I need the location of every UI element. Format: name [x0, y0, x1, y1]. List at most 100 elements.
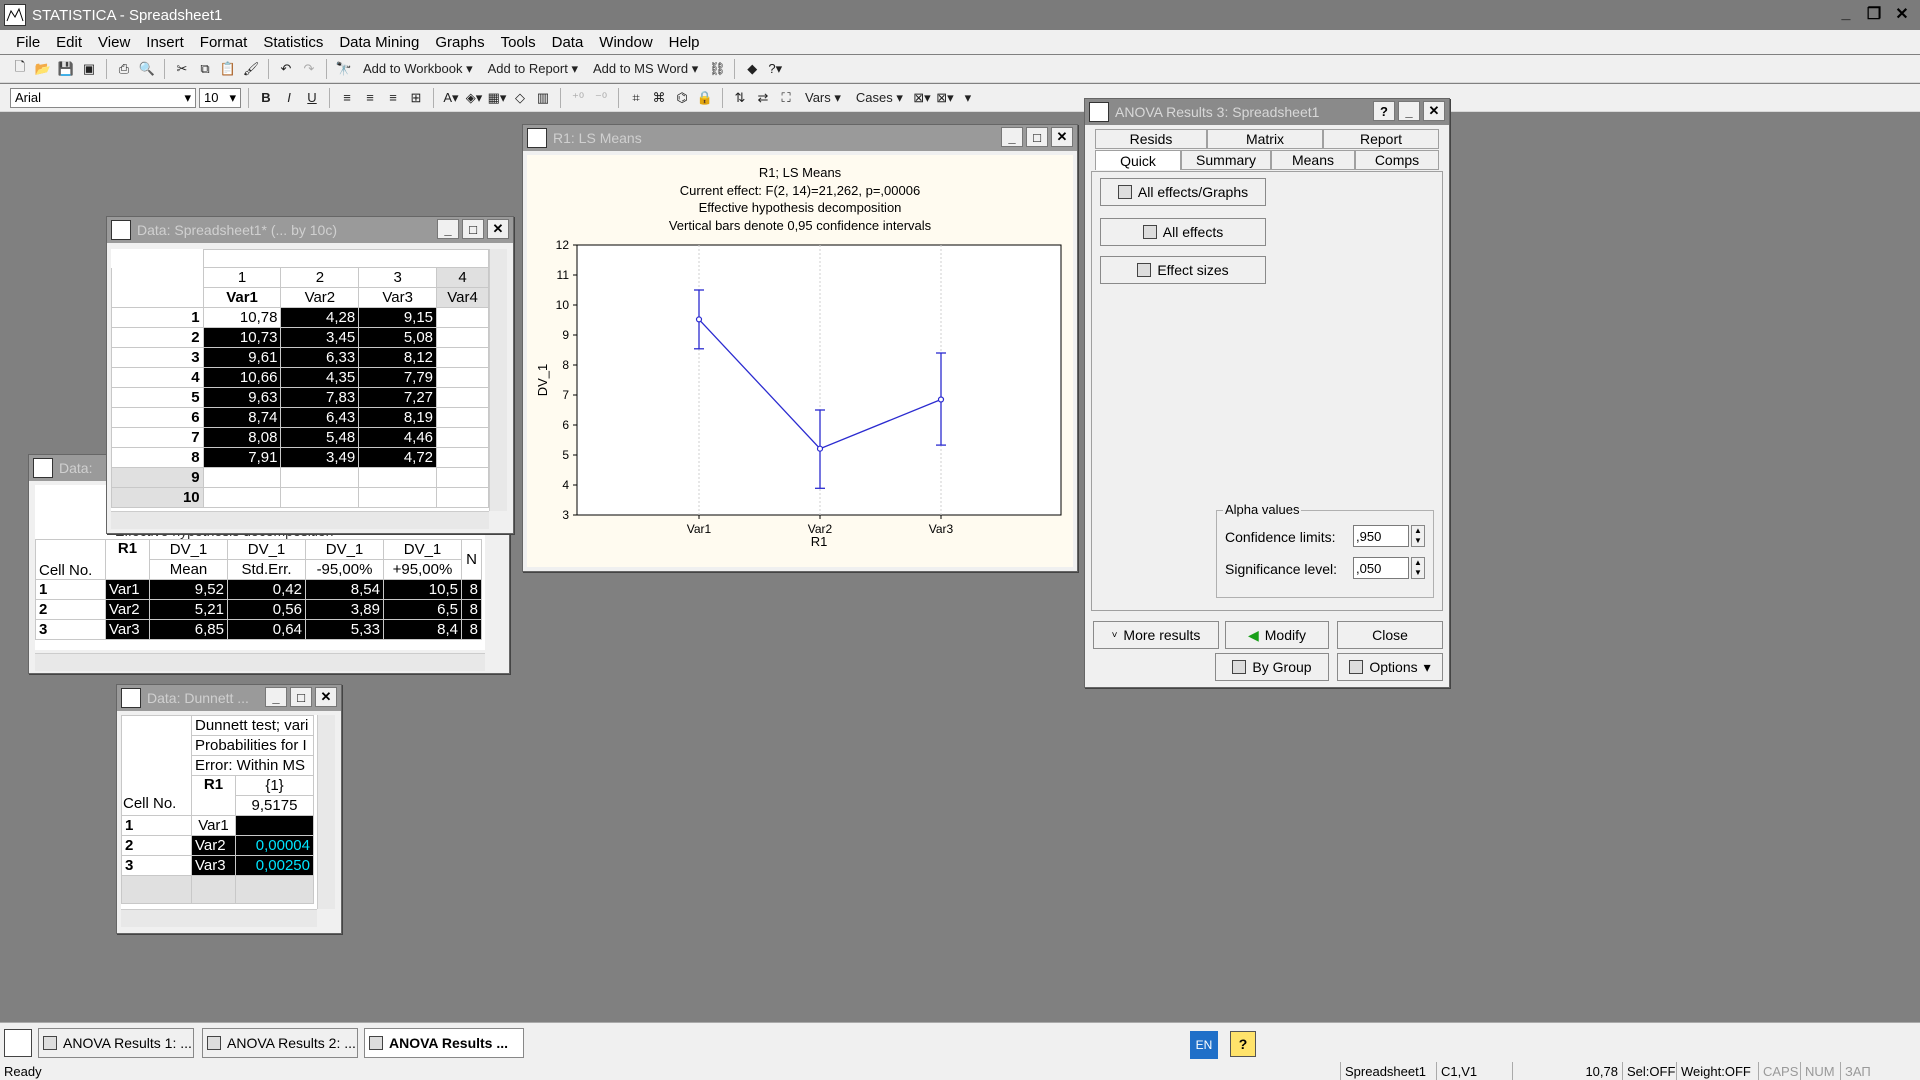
- menu-data-mining[interactable]: Data Mining: [339, 34, 419, 51]
- modify-button[interactable]: ◀ Modify: [1225, 621, 1329, 649]
- task-anova-results-1[interactable]: ANOVA Results 1: ...: [38, 1028, 194, 1058]
- minimize-button[interactable]: _: [1001, 127, 1023, 147]
- menu-statistics[interactable]: Statistics: [263, 34, 323, 51]
- means-hscrollbar[interactable]: [35, 653, 485, 671]
- table-row[interactable]: 9: [111, 467, 489, 488]
- dunnett-hscrollbar[interactable]: [121, 909, 317, 927]
- bold-button[interactable]: B: [256, 88, 276, 108]
- undo-icon[interactable]: ↶: [276, 59, 296, 79]
- align-center-icon[interactable]: ≡: [360, 88, 380, 108]
- language-indicator[interactable]: EN: [1190, 1031, 1218, 1059]
- help-icon[interactable]: ?: [1230, 1031, 1256, 1057]
- italic-button[interactable]: I: [279, 88, 299, 108]
- all-effects-button[interactable]: All effects: [1100, 218, 1266, 246]
- table-row[interactable]: 10: [111, 487, 489, 508]
- task-anova-results-3[interactable]: ANOVA Results ...: [364, 1028, 524, 1058]
- tab-means[interactable]: Means: [1271, 150, 1355, 170]
- filter-icon[interactable]: ⊠▾: [912, 88, 932, 108]
- paste-icon[interactable]: 📋: [218, 59, 238, 79]
- add-to-msword-button[interactable]: Add to MS Word ▾: [587, 59, 704, 79]
- vars-button[interactable]: Vars ▾: [799, 88, 847, 108]
- select-icon[interactable]: ⛶: [776, 88, 796, 108]
- menu-graphs[interactable]: Graphs: [435, 34, 484, 51]
- col-name-header[interactable]: Var3: [358, 287, 438, 308]
- weight-icon[interactable]: ⊠▾: [935, 88, 955, 108]
- table-row[interactable]: 2 Var2 5,21 0,56 3,89 6,5 8: [35, 599, 482, 620]
- copy-icon[interactable]: ⧉: [195, 59, 215, 79]
- tab-report[interactable]: Report: [1323, 129, 1439, 149]
- app-close-button[interactable]: ✕: [1890, 3, 1914, 25]
- tab-comps[interactable]: Comps: [1355, 150, 1439, 170]
- menu-format[interactable]: Format: [200, 34, 248, 51]
- col-num-header[interactable]: 4: [436, 267, 489, 288]
- maximize-button[interactable]: □: [462, 219, 484, 239]
- tab-matrix[interactable]: Matrix: [1207, 129, 1323, 149]
- table-row[interactable]: 6 8,74 6,43 8,19: [111, 407, 489, 428]
- find-icon[interactable]: 🔭: [334, 59, 354, 79]
- tab-summary[interactable]: Summary: [1181, 150, 1271, 170]
- close-button[interactable]: ✕: [1051, 127, 1073, 147]
- chart-icon[interactable]: ⌗: [626, 88, 646, 108]
- pdf-icon[interactable]: ▣: [79, 59, 99, 79]
- align-left-icon[interactable]: ≡: [337, 88, 357, 108]
- print-icon[interactable]: ⎙: [114, 59, 134, 79]
- fill-color-icon[interactable]: ◈▾: [464, 88, 484, 108]
- underline-button[interactable]: U: [302, 88, 322, 108]
- minimize-button[interactable]: _: [265, 687, 287, 707]
- menu-window[interactable]: Window: [599, 34, 652, 51]
- app-minimize-button[interactable]: _: [1834, 3, 1858, 25]
- cases-button[interactable]: Cases ▾: [850, 88, 909, 108]
- table-row[interactable]: 4 10,66 4,35 7,79: [111, 367, 489, 388]
- chart3-icon[interactable]: ⌬: [672, 88, 692, 108]
- by-group-button[interactable]: By Group: [1215, 653, 1329, 681]
- table-row[interactable]: 8 7,91 3,49 4,72: [111, 447, 489, 468]
- task-anova-results-2[interactable]: ANOVA Results 2: ...: [202, 1028, 358, 1058]
- table-row[interactable]: 2 10,73 3,45 5,08: [111, 327, 489, 348]
- add-to-workbook-button[interactable]: Add to Workbook ▾: [357, 59, 479, 79]
- menu-data[interactable]: Data: [552, 34, 584, 51]
- effect-sizes-button[interactable]: Effect sizes: [1100, 256, 1266, 284]
- increase-decimal-icon[interactable]: ⁺⁰: [568, 88, 588, 108]
- overflow-icon[interactable]: ▾: [958, 88, 978, 108]
- lock-icon[interactable]: 🔒: [695, 88, 715, 108]
- anova-window-titlebar[interactable]: ANOVA Results 3: Spreadsheet1 ? _ ✕: [1085, 99, 1449, 125]
- col-name-header[interactable]: Var1: [202, 287, 282, 308]
- menu-file[interactable]: File: [16, 34, 40, 51]
- macro-icon[interactable]: ◆: [742, 59, 762, 79]
- clear-format-icon[interactable]: ◇: [510, 88, 530, 108]
- help-pointer-icon[interactable]: ?▾: [765, 59, 785, 79]
- data-vscrollbar[interactable]: [489, 249, 507, 511]
- table-row[interactable]: 3 9,61 6,33 8,12: [111, 347, 489, 368]
- data-hscrollbar[interactable]: [111, 511, 489, 529]
- maximize-button[interactable]: □: [290, 687, 312, 707]
- font-size-combo[interactable]: 10 ▾: [199, 87, 241, 108]
- chart2-icon[interactable]: ⌘: [649, 88, 669, 108]
- redo-icon[interactable]: ↷: [299, 59, 319, 79]
- menu-help[interactable]: Help: [669, 34, 700, 51]
- dunnett-window-titlebar[interactable]: Data: Dunnett ... _ □ ✕: [117, 685, 341, 711]
- new-icon[interactable]: 🗋: [10, 59, 30, 79]
- borders-icon[interactable]: ▦▾: [487, 88, 507, 108]
- close-button[interactable]: ✕: [315, 687, 337, 707]
- close-button[interactable]: ✕: [1423, 101, 1445, 121]
- confidence-limits-input[interactable]: [1353, 525, 1409, 547]
- close-button[interactable]: ✕: [487, 219, 509, 239]
- table-row[interactable]: 1 10,78 4,28 9,15: [111, 307, 489, 328]
- grid-icon[interactable]: ▥: [533, 88, 553, 108]
- save-icon[interactable]: 💾: [56, 59, 76, 79]
- open-icon[interactable]: 📂: [33, 59, 53, 79]
- table-row[interactable]: 5 9,63 7,83 7,27: [111, 387, 489, 408]
- link-icon[interactable]: ⛓: [707, 59, 727, 79]
- menu-view[interactable]: View: [98, 34, 130, 51]
- merge-icon[interactable]: ⊞: [406, 88, 426, 108]
- sort-icon[interactable]: ⇅: [730, 88, 750, 108]
- options-button[interactable]: Options ▾: [1337, 653, 1443, 681]
- col-num-header[interactable]: 2: [280, 267, 360, 288]
- close-dialog-button[interactable]: Close: [1337, 621, 1443, 649]
- font-color-icon[interactable]: A▾: [441, 88, 461, 108]
- tab-resids[interactable]: Resids: [1095, 129, 1207, 149]
- tab-quick[interactable]: Quick: [1095, 150, 1181, 170]
- minimize-button[interactable]: _: [1398, 101, 1420, 121]
- table-row[interactable]: 2 Var2 0,00004: [121, 835, 314, 856]
- table-row[interactable]: 3 Var3 0,00250: [121, 855, 314, 876]
